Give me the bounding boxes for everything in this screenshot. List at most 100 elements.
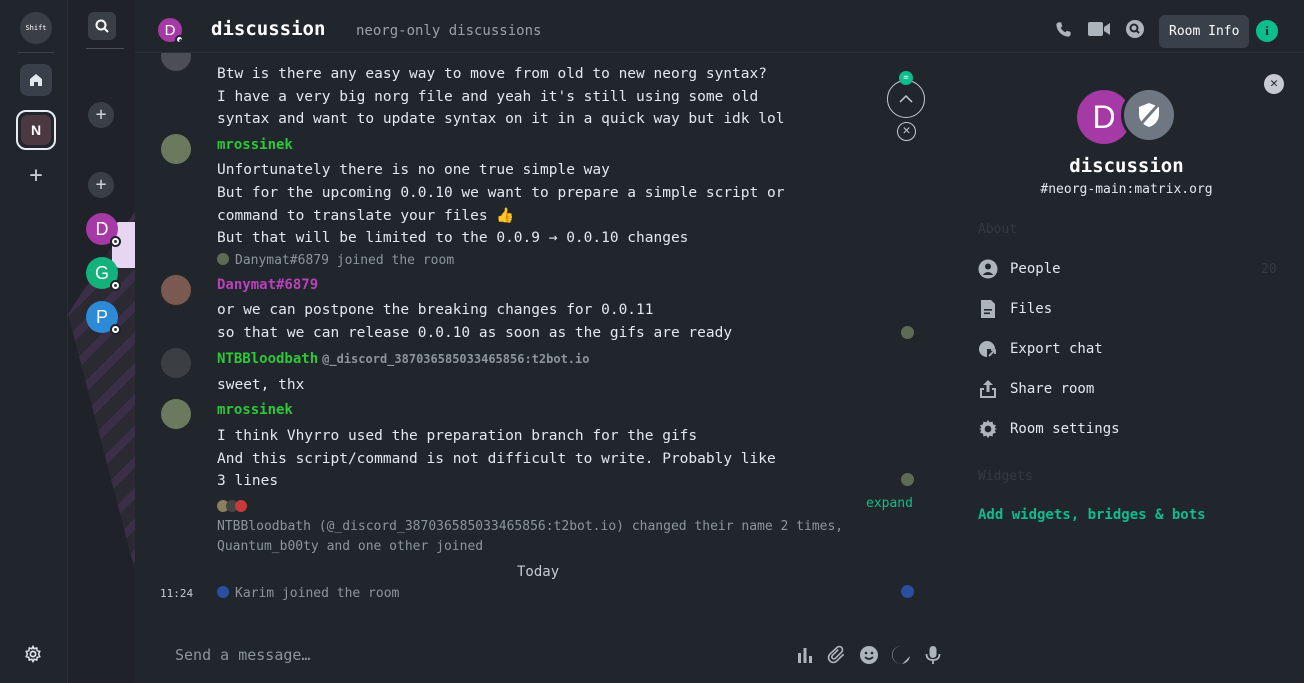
widgets-heading: Widgets [978,469,1033,484]
quick-settings-button[interactable] [24,644,44,665]
room-search-button[interactable] [1125,19,1145,39]
summary-avatars [217,500,253,512]
paperclip-icon [827,645,845,664]
room-name[interactable]: discussion [211,18,325,40]
app-logo[interactable]: Shift [20,12,52,44]
summary-line: NTBBloodbath (@_discord_3870365850334658… [217,519,844,534]
share-icon [978,379,998,399]
video-icon [1088,22,1110,36]
export-chat-button[interactable]: Export chat [978,339,1103,359]
message-line: And this script/command is not difficult… [217,451,776,467]
message-line: so that we can release 0.0.10 as soon as… [217,325,733,341]
add-widgets-link[interactable]: Add widgets, bridges & bots [978,507,1206,523]
files-button[interactable]: Files [978,299,1052,319]
public-badge-icon [110,236,121,247]
message-line: or we can postpone the breaking changes … [217,302,654,318]
dismiss-unread-button[interactable]: ✕ [897,122,916,141]
room-info-panel: ✕ D discussion #neorg-main:matrix.org Ab… [955,53,1304,683]
space-neorg[interactable]: N [16,110,56,150]
unread-badge: = [899,71,913,85]
message-input[interactable] [175,642,735,668]
attach-button[interactable] [827,645,847,665]
membership-event: Danymat#6879 joined the room [217,253,454,268]
room-avatar-g[interactable]: G [86,257,121,291]
mini-avatar [217,253,229,265]
space-bar: Shift N + [0,0,68,683]
person-icon [978,259,998,279]
read-receipt[interactable] [901,326,914,339]
emoji-button[interactable] [859,645,879,665]
encryption-status[interactable] [1121,87,1177,143]
room-alias: #neorg-main:matrix.org [1040,182,1213,197]
room-list-collapsed: + + D G P [68,0,135,683]
timestamp[interactable]: 11:24 [160,587,193,600]
room-info-tooltip: Room Info [1159,15,1250,48]
search-button[interactable] [88,12,116,40]
export-chat-icon [978,339,998,359]
voice-call-button[interactable] [1053,19,1073,39]
message-line: syntax and want to update syntax on it i… [217,111,785,127]
voice-message-button[interactable] [923,645,943,665]
room-info-button[interactable]: i [1256,20,1278,42]
message-line: sweet, thx [217,377,305,393]
room-avatar-d[interactable]: D [86,213,121,247]
sender-avatar[interactable] [161,275,191,305]
message-line: Btw is there any easy way to move from o… [217,66,767,82]
poll-button[interactable] [795,645,815,665]
message-line: Unfortunately there is no one true simpl… [217,162,610,178]
timeline: Btw is there any easy way to move from o… [135,53,943,628]
shield-off-icon [1138,103,1160,127]
public-badge-icon [175,35,184,44]
microphone-icon [925,646,941,664]
composer-actions [795,645,943,665]
header-actions [1053,19,1145,39]
close-panel-button[interactable]: ✕ [1264,74,1284,94]
people-button[interactable]: People [978,259,1061,279]
background-pattern [68,130,135,590]
poll-icon [798,648,812,663]
room-header: D discussion neorg-only discussions Room… [135,0,1304,53]
jump-to-unread-button[interactable] [887,80,925,118]
sender-name[interactable]: mrossinek [217,137,293,153]
sender-name[interactable]: mrossinek [217,402,293,418]
close-icon: ✕ [1270,76,1278,91]
gear-icon [978,419,998,439]
message-line: But for the upcoming 0.0.10 we want to p… [217,185,785,201]
space-divider [18,52,54,53]
message-line: 3 lines [217,473,279,489]
message-line: I have a very big norg file and yeah it'… [217,89,759,105]
add-room-button-2[interactable]: + [88,172,114,198]
room-settings-button[interactable]: Room settings [978,419,1120,439]
create-space-button[interactable]: + [26,165,46,187]
room-avatar[interactable]: D [158,18,184,44]
sender-name[interactable]: NTBBloodbath @_discord_387036585033465856… [217,351,589,367]
summary-line: Quantum_b00ty and one other joined [217,539,484,554]
video-call-button[interactable] [1087,19,1111,39]
message-line: command to translate your files 👍 [217,208,515,224]
message-composer [135,628,965,683]
gear-icon [25,644,41,664]
add-room-button[interactable]: + [88,102,114,128]
room-avatar-p[interactable]: P [86,301,121,335]
panel-room-name: discussion [1069,155,1184,177]
sender-avatar[interactable] [161,134,191,164]
sender-avatar[interactable] [161,53,191,71]
emoji-icon [860,646,878,664]
sticker-button[interactable] [891,645,911,665]
chevron-up-icon [899,94,913,103]
phone-icon [1055,21,1071,37]
home-button[interactable] [20,64,52,96]
space-avatar: N [21,115,51,145]
room-topic[interactable]: neorg-only discussions [356,23,541,39]
sender-avatar[interactable] [161,348,191,378]
sender-name[interactable]: Danymat#6879 [217,277,318,293]
search-divider [86,48,124,49]
read-receipt[interactable] [901,473,914,486]
share-room-button[interactable]: Share room [978,379,1094,399]
expand-button[interactable]: expand [866,496,913,511]
sender-avatar[interactable] [161,399,191,429]
read-receipt[interactable] [901,585,914,598]
mini-avatar [217,586,229,598]
public-badge-icon [110,324,121,335]
membership-event: Karim joined the room [217,586,399,601]
